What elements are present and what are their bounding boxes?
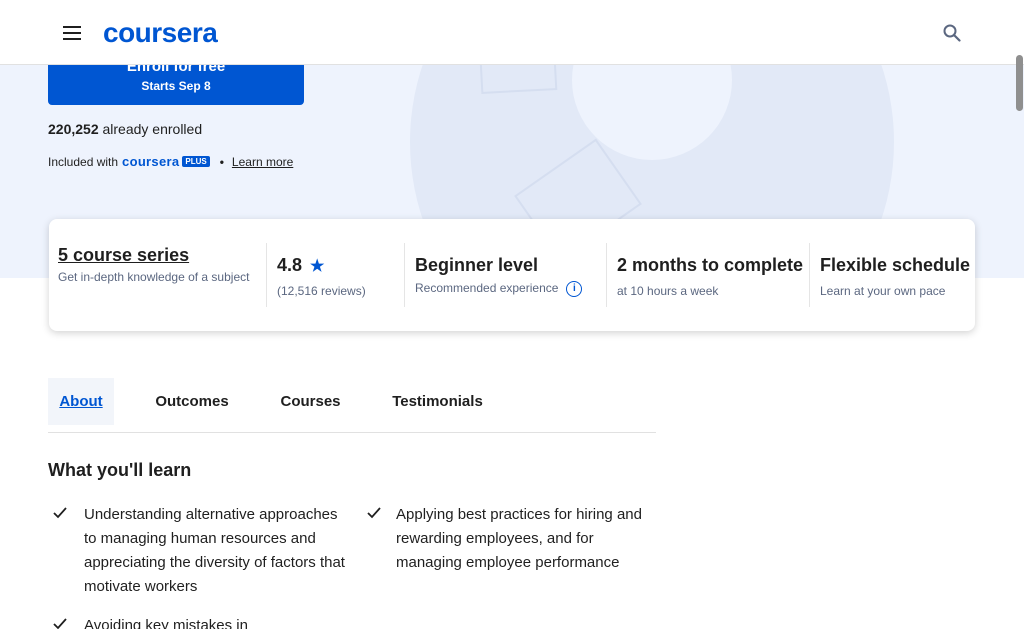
level-subtitle-row: Recommended experience i (415, 279, 606, 298)
stat-duration: 2 months to complete at 10 hours a week (606, 243, 809, 307)
plus-badge: PLUS (182, 156, 210, 167)
enrolled-suffix: already enrolled (98, 121, 203, 137)
stat-series: 5 course series Get in-depth knowledge o… (58, 243, 266, 307)
learn-item-text: Understanding alternative approaches to … (84, 506, 345, 595)
learn-item-text: Avoiding key mistakes in (84, 617, 248, 629)
learn-item[interactable]: Applying best practices for hiring and r… (352, 503, 666, 611)
enrollment-count: 220,252 already enrolled (48, 121, 202, 137)
rating-value-row: 4.8 ★ (277, 255, 404, 276)
enrolled-number: 220,252 (48, 121, 99, 137)
search-icon (943, 24, 961, 42)
rating-value: 4.8 (277, 255, 303, 275)
coursera-plus-logo: coursera (122, 154, 180, 169)
info-icon[interactable]: i (566, 280, 583, 297)
top-navigation-bar: coursera (0, 0, 1024, 65)
menu-button[interactable] (47, 8, 97, 58)
review-count: (12,516 reviews) (277, 284, 366, 298)
stat-schedule: Flexible schedule Learn at your own pace (809, 243, 975, 307)
section-tabs: About Outcomes Courses Testimonials (48, 378, 656, 433)
learn-item-text: Applying best practices for hiring and r… (396, 506, 642, 571)
start-date-label: Starts Sep 8 (141, 79, 211, 93)
level-subtitle: Recommended experience (415, 281, 559, 295)
what-youll-learn-heading: What you'll learn (48, 460, 192, 480)
checkmark-icon (367, 507, 381, 519)
series-subtitle: Get in-depth knowledge of a subject (58, 270, 250, 284)
tab-testimonials[interactable]: Testimonials (380, 378, 495, 425)
stat-level: Beginner level Recommended experience i (404, 243, 606, 307)
course-series-link[interactable]: 5 course series (58, 245, 266, 266)
schedule-subtitle: Learn at your own pace (820, 284, 946, 298)
stat-rating: 4.8 ★ (12,516 reviews) (266, 243, 404, 307)
search-button[interactable] (927, 8, 977, 58)
tab-outcomes[interactable]: Outcomes (143, 378, 241, 425)
star-icon: ★ (310, 257, 325, 275)
course-stats-card: 5 course series Get in-depth knowledge o… (49, 219, 975, 331)
separator-dot: • (219, 154, 224, 169)
learn-more-link[interactable]: Learn more (232, 155, 293, 169)
coursera-logo[interactable]: coursera (103, 16, 218, 50)
included-prefix: Included with (48, 154, 119, 169)
page-scrollbar[interactable] (1016, 55, 1023, 111)
tab-about[interactable]: About (48, 378, 114, 425)
tab-courses[interactable]: Courses (269, 378, 352, 425)
duration-subtitle: at 10 hours a week (617, 284, 719, 298)
schedule-title: Flexible schedule (820, 255, 971, 275)
checkmark-icon (53, 618, 67, 629)
duration-title: 2 months to complete (617, 255, 804, 275)
menu-icon (63, 26, 81, 40)
level-title: Beginner level (415, 255, 539, 275)
checkmark-icon (53, 507, 67, 519)
learn-item[interactable]: Avoiding key mistakes in (38, 614, 352, 629)
included-with-plus: Included with coursera PLUS • Learn more (48, 154, 293, 169)
learn-item[interactable]: Understanding alternative approaches to … (38, 503, 352, 611)
